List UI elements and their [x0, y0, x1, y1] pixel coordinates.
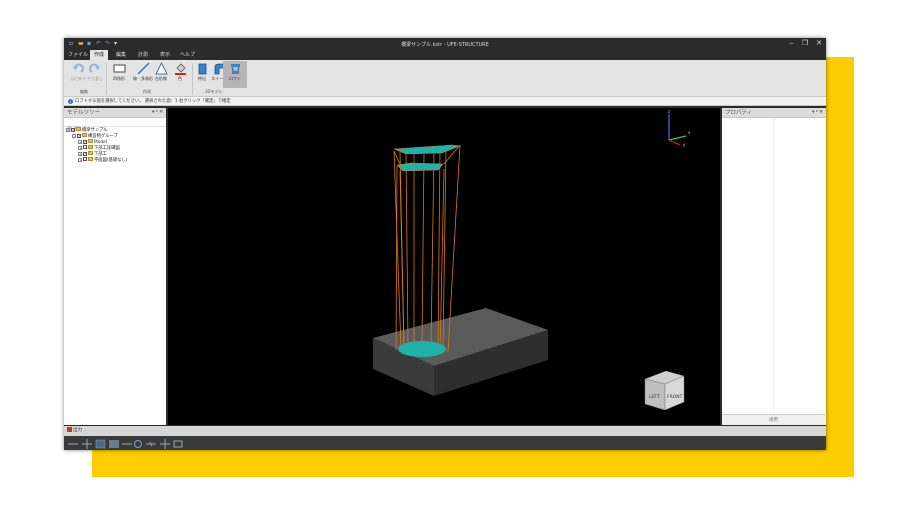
redo-label: やり直し: [87, 76, 103, 81]
properties-header: プロパティ ▾ ᵖ ✕: [722, 108, 826, 118]
3d-viewport[interactable]: z x y LEFT FRONT: [168, 108, 720, 425]
checkbox[interactable]: [83, 145, 87, 149]
title-bar: ▫ ▬ ▪ ↶ ↷ ▾ 橋梁サンプル.kstr - UFE-STRUCTURE …: [64, 38, 826, 50]
redo-icon: [89, 63, 100, 73]
loft-button[interactable]: ロフト: [223, 61, 247, 88]
hint-text: ロフトする面を選択してください。 選択された面：1 右クリック「確定」で確定: [75, 99, 231, 104]
center-snap-icon[interactable]: [134, 440, 142, 448]
tab-measure[interactable]: 計測: [138, 50, 148, 60]
triangle-icon: [154, 62, 168, 75]
model-tree-title: モデルツリー: [67, 110, 101, 116]
redo-button[interactable]: やり直し: [83, 62, 107, 86]
ribbon-tabs: ファイル 作成 編集 計測 表示 ヘルプ: [64, 50, 826, 60]
expand-icon[interactable]: +: [78, 158, 82, 162]
close-button[interactable]: ✕: [816, 39, 822, 47]
tab-create[interactable]: 作成: [90, 50, 109, 60]
tab-view[interactable]: 表示: [160, 50, 170, 60]
checkbox[interactable]: ✓: [83, 140, 87, 144]
axis-z-label: z: [668, 109, 670, 114]
loft-icon: [230, 64, 240, 74]
tab-help[interactable]: ヘルプ: [180, 50, 195, 60]
status-bar: [64, 436, 826, 450]
group-label-edit: 編集: [80, 89, 88, 94]
tab-edit[interactable]: 編集: [116, 50, 126, 60]
tree-item-label: 平面図(基礎なし): [94, 158, 128, 163]
loft-top-face: [393, 144, 461, 155]
expand-icon[interactable]: +: [78, 140, 82, 144]
layer-icon: [88, 157, 93, 161]
output-icon: [67, 426, 72, 432]
model-tree: − ✓ 橋梁サンプル − ✓ 構造物グループ + ✓ Model + 下部工詳細図 + ✓ 下部工…: [64, 127, 166, 163]
intersection-snap-icon[interactable]: [146, 441, 156, 447]
model-tree-panel-controls[interactable]: ▾ ᵖ ✕: [152, 108, 163, 118]
minimize-button[interactable]: ‒: [789, 39, 793, 47]
stage: ▫ ▬ ▪ ↶ ↷ ▾ 橋梁サンプル.kstr - UFE-STRUCTURE …: [0, 0, 916, 515]
3d-scene[interactable]: z x y LEFT FRONT: [168, 108, 720, 425]
group-label-create: 作成: [143, 89, 151, 94]
group-label-3dmodel: 3Dモデル: [205, 89, 223, 94]
loft-upper-face: [396, 162, 444, 172]
collapse-icon[interactable]: −: [72, 134, 76, 138]
checkbox[interactable]: ✓: [71, 128, 75, 132]
loft-label: ロフト: [229, 76, 241, 81]
loft-wireframe: [393, 144, 461, 355]
tab-file[interactable]: ファイル: [68, 50, 88, 60]
expand-icon[interactable]: +: [78, 152, 82, 156]
move-snap-icon[interactable]: [160, 439, 170, 449]
rect-shape-button[interactable]: 四角形: [107, 62, 131, 86]
checkbox[interactable]: [83, 157, 87, 161]
properties-title: プロパティ: [725, 110, 753, 116]
collapse-icon[interactable]: −: [66, 128, 70, 132]
properties-panel: プロパティ ▾ ᵖ ✕ 適用: [722, 108, 826, 425]
y-axis: [668, 135, 687, 141]
box-snap-icon[interactable]: [173, 440, 183, 448]
paint-bucket-icon: [174, 63, 186, 75]
checkbox[interactable]: ✓: [77, 134, 81, 138]
cross-snap-icon[interactable]: [82, 439, 92, 449]
color-button[interactable]: 色: [168, 62, 192, 86]
app-window: ▫ ▬ ▪ ↶ ↷ ▾ 橋梁サンプル.kstr - UFE-STRUCTURE …: [64, 38, 826, 450]
axis-y-label: y: [683, 142, 686, 147]
model-tree-header: モデルツリー ▾ ᵖ ✕: [64, 108, 166, 118]
loft-bottom-face: [398, 341, 446, 357]
view-cube-front-label: FRONT: [667, 394, 683, 400]
snap-toolbar: [68, 439, 183, 449]
expand-icon[interactable]: +: [78, 146, 82, 150]
maximize-button[interactable]: ❐: [802, 39, 808, 47]
hint-bar: i ロフトする面を選択してください。 選択された面：1 右クリック「確定」で確定: [64, 97, 826, 106]
grid-snap-icon[interactable]: [95, 439, 106, 449]
axis-gizmo: z x y: [668, 109, 691, 147]
model-tree-toolbar: [64, 118, 166, 131]
properties-panel-controls[interactable]: ▾ ᵖ ✕: [812, 108, 823, 118]
color-label: 色: [178, 76, 182, 81]
layer-icon: [88, 145, 93, 149]
line-icon: [136, 62, 150, 75]
apply-button[interactable]: 適用: [722, 414, 825, 425]
rect-shape-label: 四角形: [113, 76, 125, 81]
output-label: 出力: [73, 428, 82, 433]
endpoint-snap-icon[interactable]: [109, 440, 119, 448]
layer-icon: [88, 151, 93, 155]
window-controls: ‒ ❐ ✕: [789, 39, 822, 47]
x-axis: [668, 139, 681, 146]
ribbon: 元に戻す やり直し 四角形 線・多角形 台形線 色 押出 スイープ ロフト 編集…: [64, 60, 826, 97]
output-tab[interactable]: 出力: [64, 426, 826, 436]
view-cube-left-label: LEFT: [649, 394, 660, 400]
property-grid-divider: [773, 118, 774, 414]
folder-icon: [76, 127, 81, 131]
layer-icon: [88, 139, 93, 143]
window-title: 橋梁サンプル.kstr - UFE-STRUCTURE: [401, 42, 489, 48]
axis-x-label: x: [688, 130, 691, 135]
view-cube[interactable]: LEFT FRONT: [644, 370, 685, 411]
info-icon: i: [68, 98, 73, 104]
rectangle-icon: [113, 64, 125, 73]
folder-icon: [82, 133, 87, 137]
checkbox[interactable]: ✓: [83, 152, 87, 156]
model-tree-panel: モデルツリー ▾ ᵖ ✕ − ✓ 橋梁サンプル − ✓ 構造物グループ + ✓ Model: [64, 108, 166, 425]
tree-item[interactable]: + 平面図(基礎なし): [66, 157, 166, 163]
